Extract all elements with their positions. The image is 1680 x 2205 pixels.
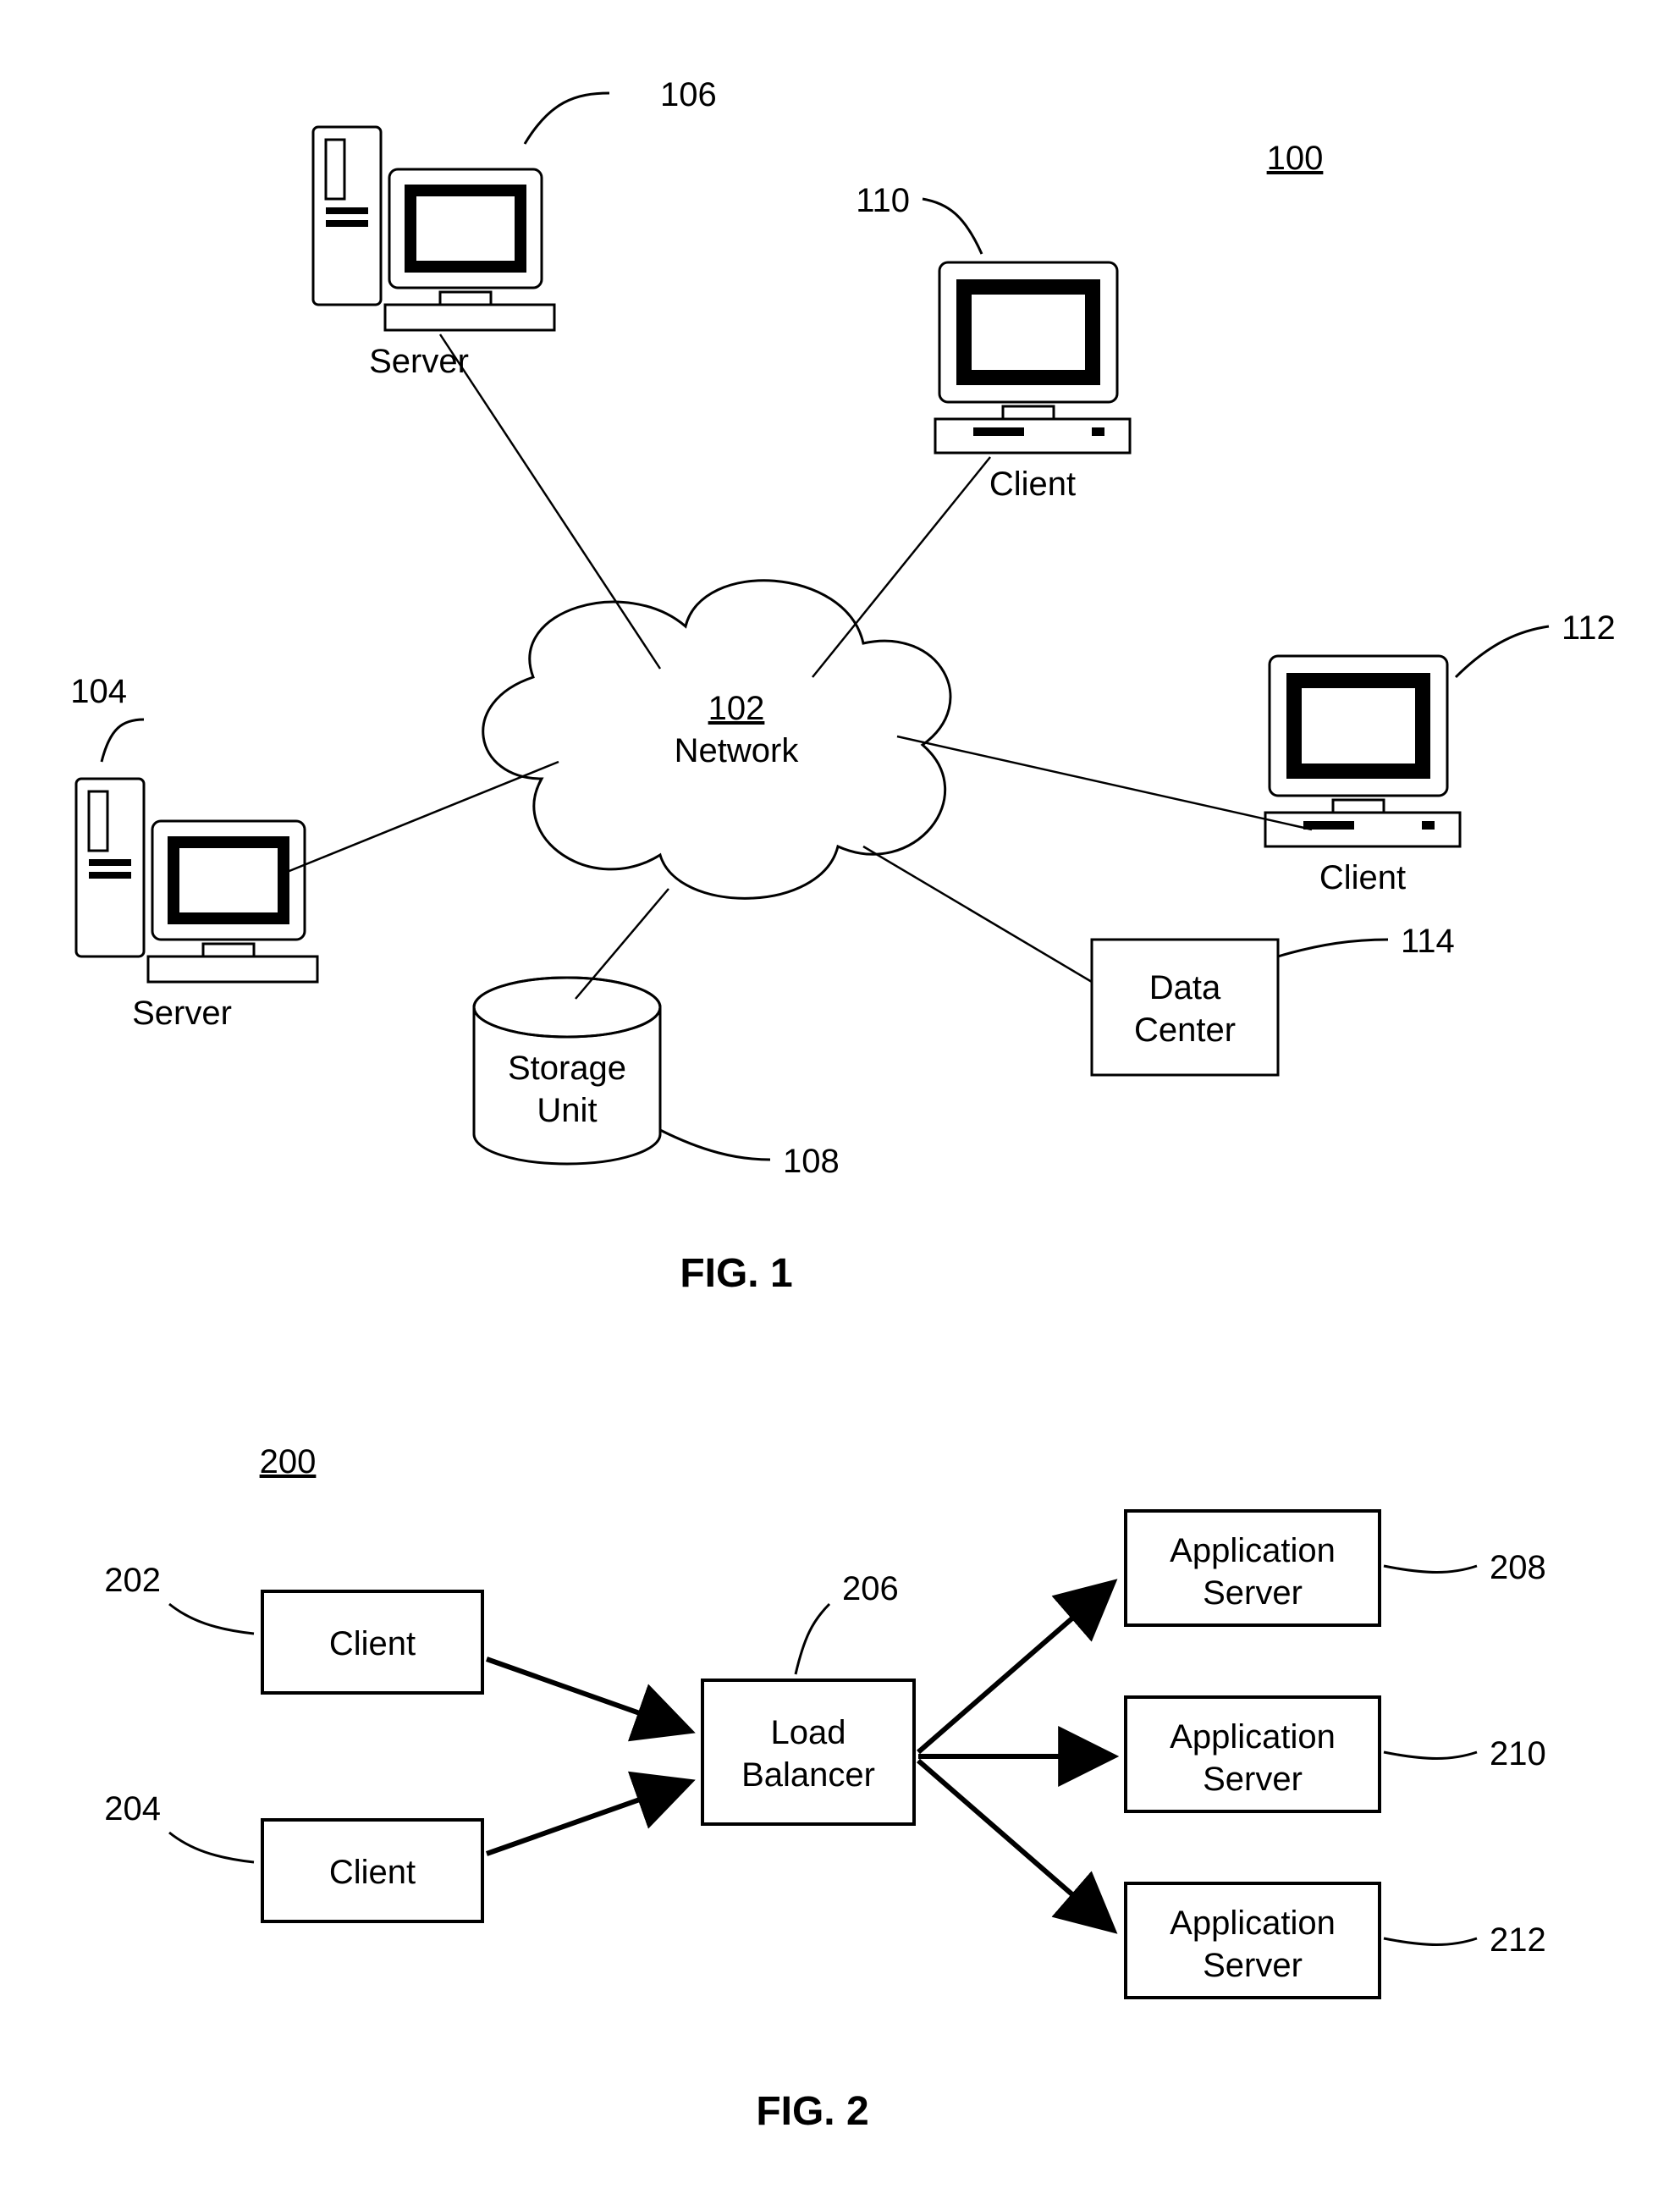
server-106: Server 106	[313, 76, 717, 380]
app1-label2: Server	[1203, 1574, 1303, 1612]
arrow-lb-app1	[918, 1583, 1113, 1752]
network-label: Network	[675, 732, 800, 769]
app1-ref: 208	[1490, 1549, 1546, 1586]
network-ref: 102	[708, 690, 765, 727]
app2-label1: Application	[1170, 1718, 1336, 1756]
client-112-ref: 112	[1562, 609, 1616, 647]
client-202: Client 202	[104, 1562, 482, 1693]
app2-label2: Server	[1203, 1761, 1303, 1798]
client-204: Client 204	[104, 1790, 482, 1921]
fig1-id: 100	[1267, 140, 1324, 177]
server-104: Server 104	[70, 673, 317, 1032]
storage-unit: Storage Unit 108	[474, 978, 840, 1180]
link-client1	[812, 457, 990, 677]
server-106-label: Server	[369, 343, 469, 380]
client-204-label: Client	[329, 1854, 416, 1891]
storage-label2: Unit	[537, 1092, 597, 1129]
client-112: Client 112	[1265, 609, 1616, 896]
figure-1: 102 Network 100 Server 106	[70, 76, 1616, 1296]
fig1-title: FIG. 1	[680, 1251, 792, 1296]
lb-ref: 206	[842, 1570, 899, 1607]
figure-2: 200 Client 202 Client 204 Load Balancer …	[104, 1443, 1546, 2134]
app-server-210: Application Server 210	[1126, 1697, 1546, 1811]
fig2-title: FIG. 2	[756, 2089, 868, 2134]
network-cloud: 102 Network	[483, 581, 950, 899]
client-204-ref: 204	[104, 1790, 161, 1827]
client-202-ref: 202	[104, 1562, 161, 1599]
client-110-label: Client	[989, 466, 1076, 503]
client-112-label: Client	[1319, 859, 1406, 896]
data-center: Data Center 114	[1092, 923, 1455, 1075]
link-server2	[440, 334, 660, 669]
storage-label1: Storage	[508, 1050, 626, 1087]
client-110-ref: 110	[856, 182, 910, 219]
arrow-client202-lb	[487, 1659, 690, 1731]
app3-ref: 212	[1490, 1921, 1546, 1959]
client-110: Client 110	[856, 182, 1130, 503]
client-202-label: Client	[329, 1625, 416, 1662]
server-104-ref: 104	[70, 673, 127, 710]
server-106-ref: 106	[660, 76, 717, 113]
arrow-client204-lb	[487, 1782, 690, 1854]
arrow-lb-app3	[918, 1761, 1113, 1930]
server-104-label: Server	[132, 995, 232, 1032]
datacenter-ref: 114	[1401, 923, 1455, 960]
link-server1	[245, 762, 559, 889]
link-datacenter	[863, 846, 1092, 982]
app3-label1: Application	[1170, 1905, 1336, 1942]
datacenter-label2: Center	[1134, 1012, 1236, 1049]
app3-label2: Server	[1203, 1947, 1303, 1984]
link-client2	[897, 736, 1312, 830]
app-server-212: Application Server 212	[1126, 1883, 1546, 1998]
lb-label2: Balancer	[741, 1756, 875, 1794]
lb-label1: Load	[771, 1714, 846, 1751]
app-server-208: Application Server 208	[1126, 1511, 1546, 1625]
app2-ref: 210	[1490, 1735, 1546, 1772]
fig2-id: 200	[260, 1443, 317, 1480]
datacenter-label1: Data	[1149, 969, 1221, 1006]
load-balancer: Load Balancer 206	[702, 1570, 914, 1824]
storage-ref: 108	[783, 1143, 840, 1180]
app1-label1: Application	[1170, 1532, 1336, 1569]
